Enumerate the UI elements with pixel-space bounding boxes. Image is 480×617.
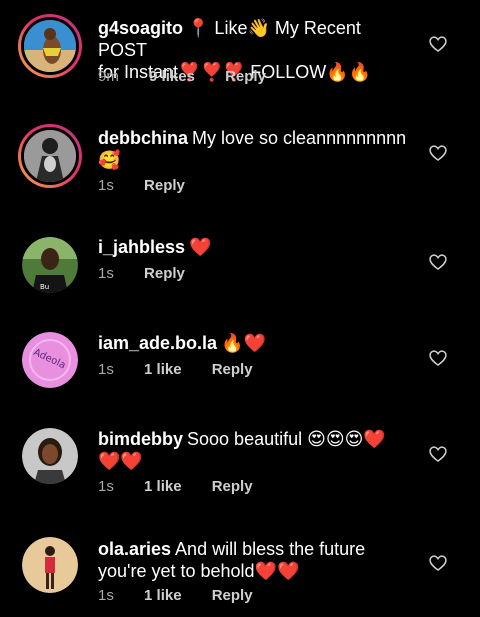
- comment-text: ❤️: [189, 237, 212, 257]
- comment-username[interactable]: debbchina: [98, 128, 188, 148]
- reply-button[interactable]: Reply: [225, 68, 266, 85]
- comment-username[interactable]: i_jahbless: [98, 237, 185, 257]
- comment-time: 9m: [98, 68, 119, 85]
- comment-text-continued: 🥰: [98, 150, 121, 170]
- comment-username[interactable]: ola.aries: [98, 539, 171, 559]
- heart-outline-icon[interactable]: [428, 143, 448, 163]
- comment-username[interactable]: iam_ade.bo.la: [98, 333, 217, 353]
- avatar[interactable]: Adeola: [22, 332, 78, 388]
- comment-text-continued: ❤️❤️: [98, 451, 143, 471]
- avatar[interactable]: [18, 124, 82, 188]
- heart-outline-icon[interactable]: [428, 348, 448, 368]
- comment-time: 1s: [98, 177, 114, 194]
- heart-outline-icon[interactable]: [428, 34, 448, 54]
- comment-text: My love so cleannnnnnnnn: [192, 128, 407, 148]
- comment-likes[interactable]: 9 likes: [149, 68, 195, 85]
- avatar[interactable]: [22, 537, 78, 593]
- reply-button[interactable]: Reply: [144, 265, 185, 282]
- comment-likes[interactable]: 1 like: [144, 587, 182, 604]
- comment-text: And will bless the future: [175, 539, 366, 559]
- svg-text:Bu: Bu: [40, 283, 49, 291]
- avatar[interactable]: Bu: [22, 237, 78, 293]
- avatar[interactable]: [18, 14, 82, 78]
- comment-text: Sooo beautiful 😍😍😍❤️: [187, 429, 386, 449]
- comment-time: 1s: [98, 265, 114, 282]
- comment-text-continued: you're yet to behold❤️❤️: [98, 561, 300, 581]
- heart-outline-icon[interactable]: [428, 252, 448, 272]
- comment-time: 1s: [98, 587, 114, 604]
- comment-likes[interactable]: 1 like: [144, 361, 182, 378]
- comment-username[interactable]: g4soagito: [98, 18, 183, 38]
- comment-text: 🔥❤️: [221, 333, 266, 353]
- comment-likes[interactable]: 1 like: [144, 478, 182, 495]
- heart-outline-icon[interactable]: [428, 444, 448, 464]
- comment-time: 1s: [98, 478, 114, 495]
- heart-outline-icon[interactable]: [428, 553, 448, 573]
- comment-time: 1s: [98, 361, 114, 378]
- reply-button[interactable]: Reply: [144, 177, 185, 194]
- avatar[interactable]: [22, 428, 78, 484]
- comment-username[interactable]: bimdebby: [98, 429, 183, 449]
- reply-button[interactable]: Reply: [212, 478, 253, 495]
- reply-button[interactable]: Reply: [212, 361, 253, 378]
- reply-button[interactable]: Reply: [212, 587, 253, 604]
